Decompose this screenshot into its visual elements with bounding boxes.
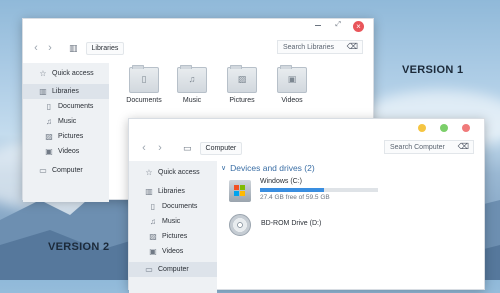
sidebar-item-label: Music xyxy=(162,218,181,225)
search-placeholder: Search Libraries xyxy=(283,43,334,51)
forward-arrow-icon[interactable]: › xyxy=(155,142,165,154)
sidebar-item-documents[interactable]: ▯ Documents xyxy=(129,199,217,214)
sidebar-item-pictures[interactable]: ▨ Pictures xyxy=(23,129,109,144)
sidebar-item-videos[interactable]: ▣ Videos xyxy=(23,144,109,159)
navigation-toolbar: ‹ › ▭ Computer Search Computer ⌫ xyxy=(129,137,484,159)
window-version-2: ‹ › ▭ Computer Search Computer ⌫ ☆ Quick… xyxy=(128,118,485,293)
navigation-sidebar: ☆ Quick access ▥ Libraries ▯ Documents ♫… xyxy=(23,63,109,202)
music-icon: ♫ xyxy=(46,117,52,126)
computer-icon: ▭ xyxy=(39,166,47,175)
document-icon: ▯ xyxy=(150,202,156,211)
group-title: Devices and drives (2) xyxy=(230,163,315,173)
sidebar-item-label: Pictures xyxy=(58,133,84,140)
drive-name: Windows (C:) xyxy=(260,178,303,185)
windows-drive-icon xyxy=(229,180,251,202)
folder-pictures[interactable]: ▨ Pictures xyxy=(217,65,267,104)
document-icon: ▯ xyxy=(129,65,159,93)
sidebar-item-pictures[interactable]: ▨ Pictures xyxy=(129,229,217,244)
search-placeholder: Search Computer xyxy=(390,143,445,151)
pictures-icon: ▨ xyxy=(227,65,257,93)
computer-icon: ▭ xyxy=(145,265,153,274)
library-icon: ▥ xyxy=(69,42,78,53)
folder-label: Pictures xyxy=(229,97,255,104)
close-icon[interactable] xyxy=(462,124,470,132)
pictures-icon: ▨ xyxy=(45,132,53,141)
sidebar-item-quick-access[interactable]: ☆ Quick access xyxy=(129,165,217,180)
folder-music[interactable]: ♫ Music xyxy=(167,65,217,104)
document-icon: ▯ xyxy=(46,102,52,111)
sidebar-item-documents[interactable]: ▯ Documents xyxy=(23,99,109,114)
library-icon: ▥ xyxy=(39,87,47,96)
sidebar-item-music[interactable]: ♫ Music xyxy=(129,214,217,229)
drive-name: BD-ROM Drive (D:) xyxy=(261,220,322,227)
maximize-icon[interactable] xyxy=(440,124,448,132)
sidebar-item-music[interactable]: ♫ Music xyxy=(23,114,109,129)
sidebar-item-label: Documents xyxy=(58,103,94,110)
version-2-label: VERSION 2 xyxy=(48,241,110,253)
sidebar-item-label: Music xyxy=(58,118,77,125)
clear-search-icon[interactable]: ⌫ xyxy=(458,142,469,151)
sidebar-item-label: Videos xyxy=(162,248,184,255)
chevron-down-icon: ∨ xyxy=(221,165,227,172)
sidebar-item-label: Pictures xyxy=(162,233,188,240)
star-icon: ☆ xyxy=(145,168,153,177)
drive-item-windows[interactable]: Windows (C:) 27.4 GB free of 59.5 GB xyxy=(229,178,378,202)
close-icon[interactable]: × xyxy=(353,21,364,32)
drive-usage-bar xyxy=(260,188,378,192)
maximize-icon[interactable]: ⤢ xyxy=(335,21,341,29)
drive-usage-fill xyxy=(260,188,324,192)
back-arrow-icon[interactable]: ‹ xyxy=(31,42,41,54)
folder-label: Documents xyxy=(126,97,162,104)
sidebar-item-computer[interactable]: ▭ Computer xyxy=(23,163,109,178)
search-input[interactable]: Search Libraries ⌫ xyxy=(277,40,363,54)
title-bar[interactable] xyxy=(129,119,484,137)
breadcrumb[interactable]: Computer xyxy=(199,141,243,155)
clear-search-icon[interactable]: ⌫ xyxy=(347,42,358,51)
minimize-icon[interactable] xyxy=(418,124,426,132)
devices-group-header[interactable]: ∨ Devices and drives (2) xyxy=(221,163,315,173)
sidebar-item-label: Libraries xyxy=(158,188,185,195)
folder-videos[interactable]: ▣ Videos xyxy=(267,65,317,104)
drive-item-bd-rom[interactable]: BD-ROM Drive (D:) xyxy=(229,214,321,236)
sidebar-item-label: Videos xyxy=(58,148,80,155)
video-icon: ▣ xyxy=(277,65,307,93)
title-bar[interactable]: ⤢ × xyxy=(23,19,373,37)
navigation-toolbar: ‹ › ▥ Libraries Search Libraries ⌫ xyxy=(23,37,373,59)
minimize-icon[interactable] xyxy=(315,25,321,26)
folder-documents[interactable]: ▯ Documents xyxy=(119,65,169,104)
music-icon: ♫ xyxy=(177,65,207,93)
video-icon: ▣ xyxy=(149,247,157,256)
folder-label: Music xyxy=(182,97,202,104)
back-arrow-icon[interactable]: ‹ xyxy=(139,142,149,154)
navigation-sidebar: ☆ Quick access ▥ Libraries ▯ Documents ♫… xyxy=(129,161,217,293)
pictures-icon: ▨ xyxy=(149,232,157,241)
sidebar-item-label: Computer xyxy=(158,266,189,273)
star-icon: ☆ xyxy=(39,69,47,78)
sidebar-item-label: Documents xyxy=(162,203,198,210)
sidebar-item-computer[interactable]: ▭ Computer xyxy=(129,262,217,277)
sidebar-item-videos[interactable]: ▣ Videos xyxy=(129,244,217,259)
forward-arrow-icon[interactable]: › xyxy=(45,42,55,54)
sidebar-item-libraries[interactable]: ▥ Libraries xyxy=(23,84,109,99)
sidebar-item-libraries[interactable]: ▥ Libraries xyxy=(129,184,217,199)
folder-label: Videos xyxy=(281,97,303,104)
disc-drive-icon xyxy=(229,214,251,236)
computer-icon: ▭ xyxy=(183,142,192,153)
sidebar-item-label: Computer xyxy=(52,167,83,174)
drive-free-space: 27.4 GB free of 59.5 GB xyxy=(260,194,330,201)
library-icon: ▥ xyxy=(145,187,153,196)
music-icon: ♫ xyxy=(150,217,156,226)
sidebar-item-label: Quick access xyxy=(52,70,94,77)
sidebar-item-quick-access[interactable]: ☆ Quick access xyxy=(23,66,109,81)
search-input[interactable]: Search Computer ⌫ xyxy=(384,140,474,154)
video-icon: ▣ xyxy=(45,147,53,156)
sidebar-item-label: Quick access xyxy=(158,169,200,176)
breadcrumb[interactable]: Libraries xyxy=(85,41,125,55)
sidebar-item-label: Libraries xyxy=(52,88,79,95)
version-1-label: VERSION 1 xyxy=(402,64,464,76)
